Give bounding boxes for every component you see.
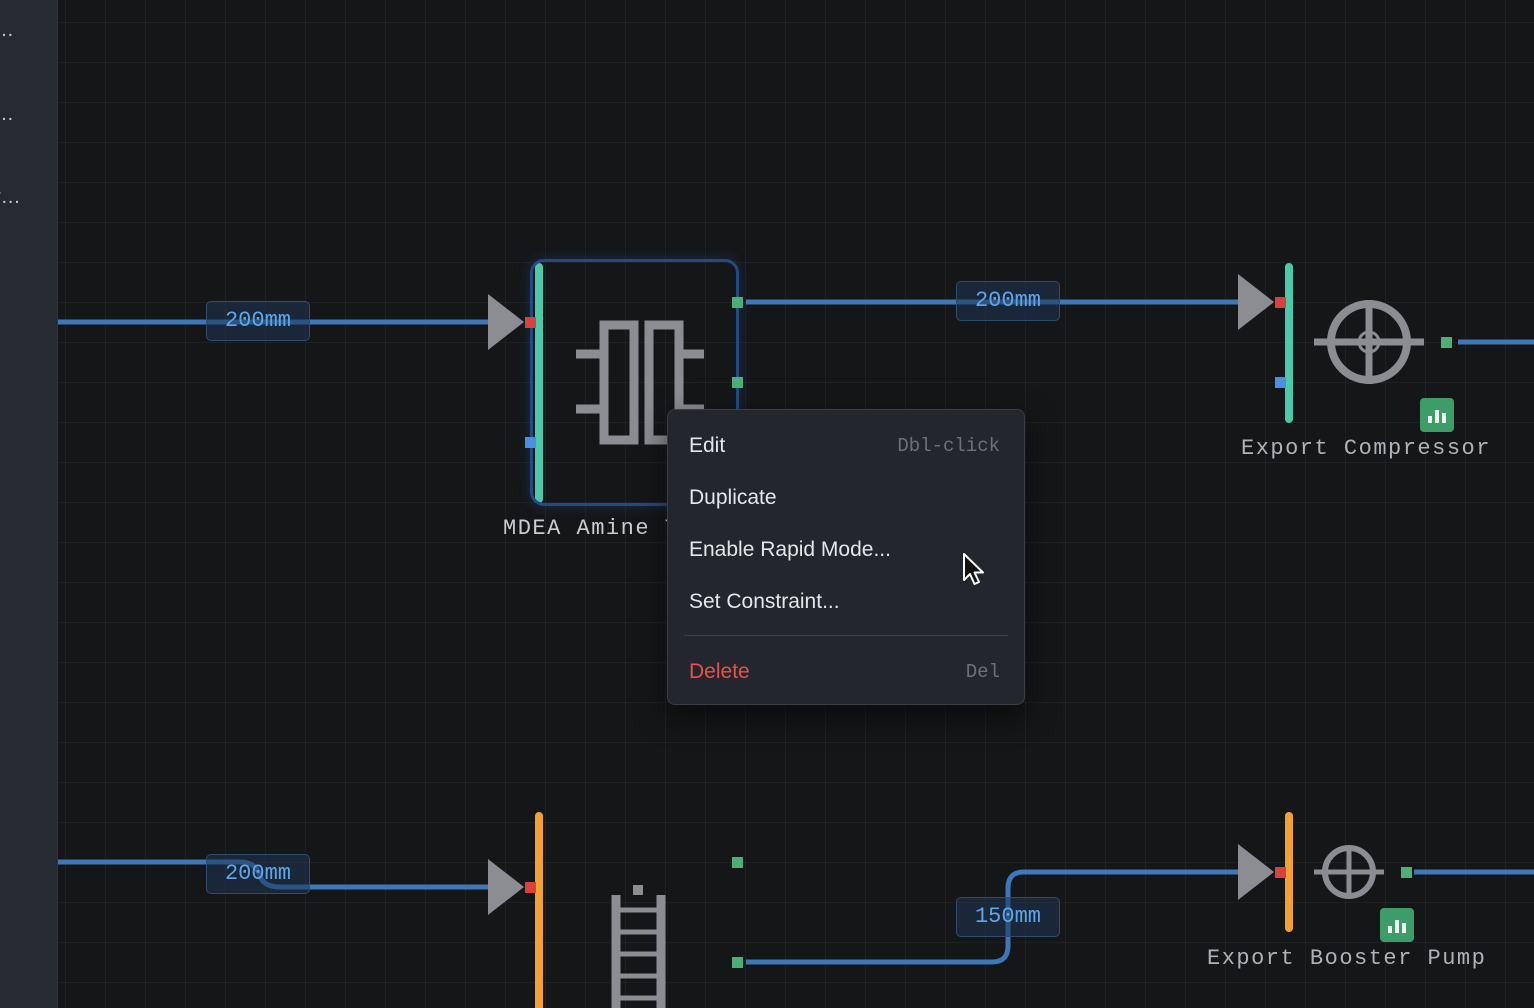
sidebar: … … r… bbox=[0, 0, 58, 1008]
aux-port[interactable] bbox=[1275, 377, 1286, 388]
metrics-chart-icon[interactable] bbox=[1420, 398, 1454, 432]
menu-item-label: Delete bbox=[689, 660, 750, 683]
menu-divider bbox=[684, 635, 1008, 636]
pipe-size-label[interactable]: 200mm bbox=[206, 854, 310, 894]
inlet-port[interactable] bbox=[1275, 297, 1286, 308]
menu-item-duplicate[interactable]: Duplicate bbox=[668, 475, 1024, 519]
metrics-chart-icon[interactable] bbox=[1380, 908, 1414, 942]
pipe-size-label[interactable]: 150mm bbox=[956, 897, 1060, 937]
pipe-size-label[interactable]: 200mm bbox=[206, 301, 310, 341]
inlet-arrow-icon bbox=[488, 294, 524, 350]
menu-item-label: Enable Rapid Mode... bbox=[689, 538, 891, 561]
inlet-arrow-icon bbox=[1238, 844, 1274, 900]
outlet-port[interactable] bbox=[732, 297, 743, 308]
sidebar-item-1[interactable]: … bbox=[0, 20, 34, 40]
outlet-port[interactable] bbox=[732, 377, 743, 388]
outlet-port[interactable] bbox=[1401, 867, 1412, 878]
inlet-bar bbox=[535, 812, 543, 1008]
inlet-arrow-icon bbox=[488, 859, 524, 915]
sidebar-item-2[interactable]: … bbox=[0, 104, 34, 124]
compressor-icon bbox=[1314, 300, 1424, 384]
pipe-size-label[interactable]: 200mm bbox=[956, 281, 1060, 321]
node-label-booster: Export Booster Pump bbox=[1207, 946, 1487, 971]
inlet-bar bbox=[1285, 812, 1293, 932]
inlet-port[interactable] bbox=[525, 317, 536, 328]
outlet-port[interactable] bbox=[732, 957, 743, 968]
mouse-cursor-icon bbox=[963, 553, 984, 585]
menu-item-shortcut: Dbl-click bbox=[897, 435, 1000, 457]
outlet-port[interactable] bbox=[1441, 337, 1452, 348]
inlet-bar bbox=[1285, 263, 1293, 423]
inlet-port[interactable] bbox=[1275, 867, 1286, 878]
menu-item-shortcut: Del bbox=[965, 661, 1000, 683]
outlet-port[interactable] bbox=[732, 857, 743, 868]
menu-item-edit[interactable]: Edit Dbl-click bbox=[668, 423, 1024, 467]
aux-port[interactable] bbox=[525, 437, 536, 448]
menu-item-label: Duplicate bbox=[689, 486, 777, 509]
menu-item-delete[interactable]: Delete Del bbox=[668, 649, 1024, 693]
column-tower-icon bbox=[611, 885, 666, 1008]
node-label-compressor: Export Compressor bbox=[1241, 436, 1491, 461]
pump-icon bbox=[1314, 845, 1384, 899]
node-label-amine: MDEA Amine T bbox=[503, 516, 680, 541]
sidebar-item-3[interactable]: r… bbox=[0, 187, 34, 207]
inlet-arrow-icon bbox=[1238, 274, 1274, 330]
menu-item-label: Edit bbox=[689, 434, 726, 457]
inlet-port[interactable] bbox=[525, 882, 536, 893]
menu-item-label: Set Constraint... bbox=[689, 590, 840, 613]
